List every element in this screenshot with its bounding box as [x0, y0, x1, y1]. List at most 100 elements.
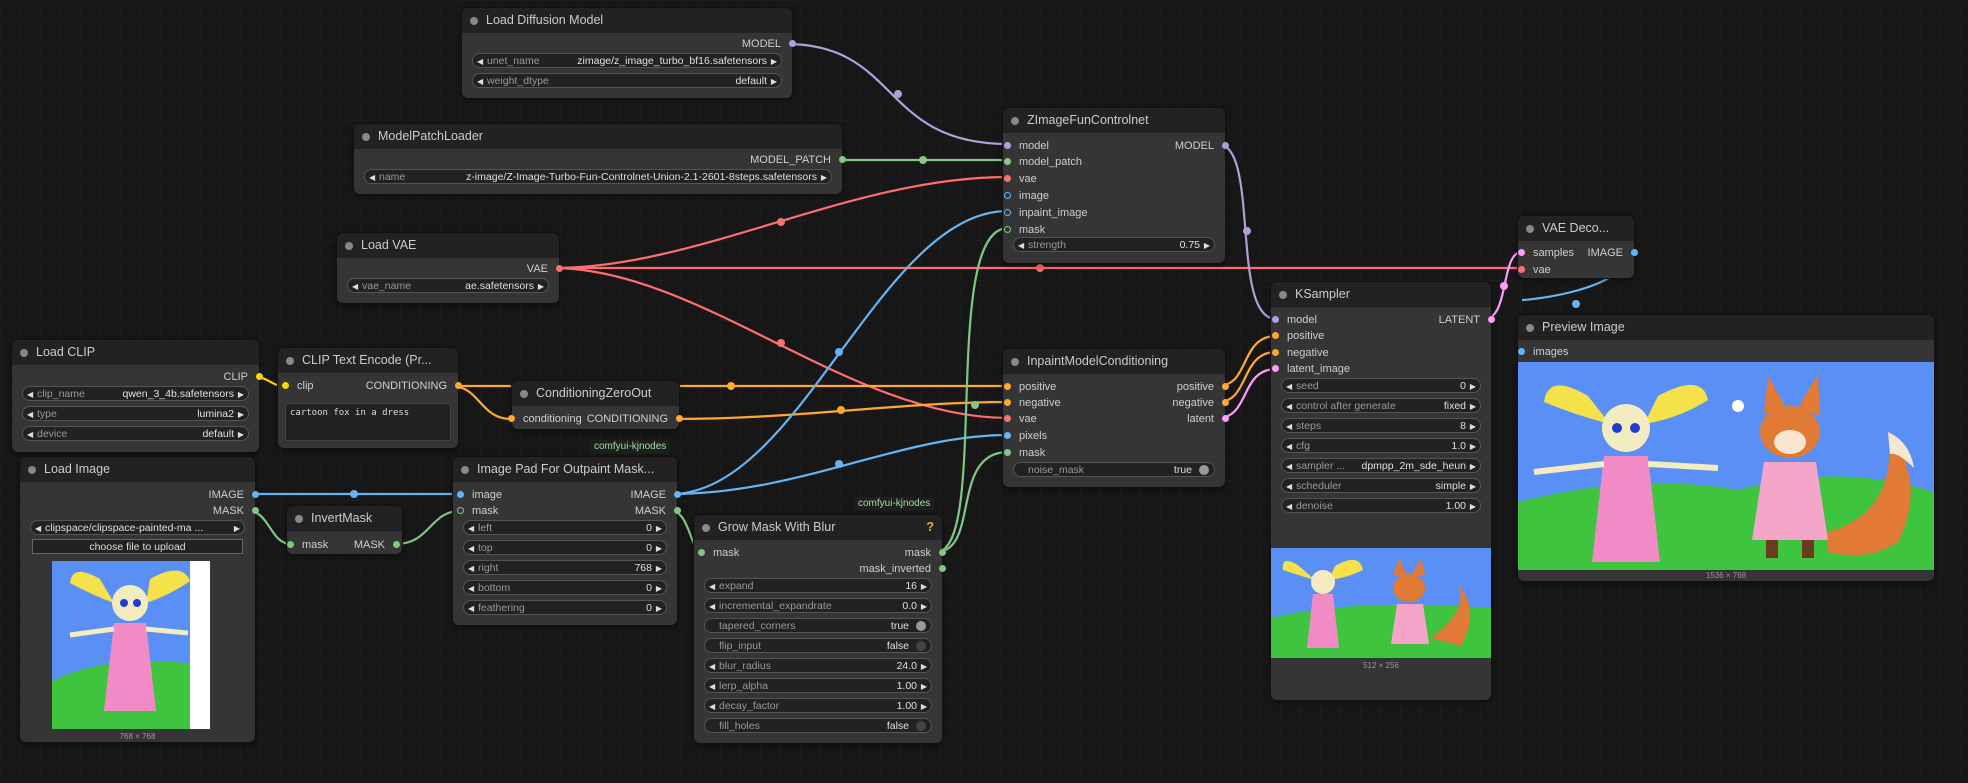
collapse-dot-icon[interactable]: [702, 524, 710, 532]
combo-sampler[interactable]: ◀ sampler ... dpmpp_2m_sde_heun ▶: [1281, 458, 1481, 473]
toggle-knob-icon[interactable]: [916, 721, 926, 731]
output-pin[interactable]: [674, 491, 681, 498]
output-pin[interactable]: [252, 507, 259, 514]
input-negative[interactable]: negative: [1272, 347, 1329, 359]
node-vae-decode[interactable]: VAE Deco... samples vae IMAGE: [1518, 216, 1638, 278]
output-conditioning[interactable]: CONDITIONING: [587, 413, 683, 425]
output-model[interactable]: MODEL: [742, 38, 796, 50]
input-model-patch[interactable]: model_patch: [1004, 156, 1082, 168]
arrow-left-icon[interactable]: ◀: [1286, 479, 1292, 494]
output-latent[interactable]: latent: [1187, 413, 1229, 425]
number-top[interactable]: ◀ top 0 ▶: [463, 540, 667, 555]
arrow-right-icon[interactable]: ▶: [1470, 479, 1476, 494]
output-mask[interactable]: MASK: [354, 539, 400, 551]
arrow-left-icon[interactable]: ◀: [27, 427, 33, 442]
input-mask[interactable]: mask: [287, 539, 328, 551]
output-pin[interactable]: [455, 382, 462, 389]
input-pin[interactable]: [1004, 192, 1011, 199]
arrow-right-icon[interactable]: ▶: [656, 521, 662, 536]
collapse-dot-icon[interactable]: [1279, 291, 1287, 299]
arrow-right-icon[interactable]: ▶: [238, 387, 244, 402]
collapse-dot-icon[interactable]: [470, 17, 478, 25]
input-pin[interactable]: [1004, 175, 1011, 182]
output-pin[interactable]: [252, 491, 259, 498]
node-zimage-fun-controlnet[interactable]: ZImageFunControlnet model model_patch va…: [1003, 108, 1229, 263]
collapse-dot-icon[interactable]: [295, 515, 303, 523]
combo-vae-name[interactable]: ◀ vae_name ae.safetensors ▶: [347, 278, 549, 293]
output-pin[interactable]: [556, 265, 563, 272]
output-clip[interactable]: CLIP: [224, 371, 263, 383]
node-title[interactable]: CLIP Text Encode (Pr...: [278, 348, 458, 373]
toggle-knob-icon[interactable]: [916, 641, 926, 651]
input-pin[interactable]: [1272, 349, 1279, 356]
collapse-dot-icon[interactable]: [1011, 358, 1019, 366]
input-clip[interactable]: clip: [282, 380, 314, 392]
output-pin[interactable]: [674, 507, 681, 514]
combo-type[interactable]: ◀ type lumina2 ▶: [22, 406, 249, 421]
input-conditioning[interactable]: conditioning: [508, 413, 582, 425]
input-negative[interactable]: negative: [1004, 397, 1061, 409]
toggle-fill-holes[interactable]: fill_holes false: [704, 718, 932, 733]
arrow-right-icon[interactable]: ▶: [1470, 399, 1476, 414]
arrow-right-icon[interactable]: ▶: [921, 679, 927, 694]
output-negative[interactable]: negative: [1172, 397, 1229, 409]
input-pin[interactable]: [1004, 158, 1011, 165]
node-clip-text-encode[interactable]: CLIP Text Encode (Pr... clip CONDITIONIN…: [278, 348, 462, 448]
number-blur-radius[interactable]: ◀ blur_radius 24.0 ▶: [704, 658, 932, 673]
node-load-diffusion-model[interactable]: Load Diffusion Model MODEL ◀ unet_name zim…: [462, 8, 796, 98]
input-image[interactable]: image: [1004, 190, 1049, 202]
collapse-dot-icon[interactable]: [1526, 324, 1534, 332]
input-pin[interactable]: [1004, 209, 1011, 216]
node-title[interactable]: Load VAE: [337, 233, 559, 258]
toggle-flip-input[interactable]: flip_input false: [704, 638, 932, 653]
arrow-right-icon[interactable]: ▶: [771, 74, 777, 89]
node-load-clip[interactable]: Load CLIP CLIP ◀ clip_name qwen_3_4b.safet…: [12, 340, 263, 452]
node-image-pad-outpaint[interactable]: Image Pad For Outpaint Mask... image mas…: [453, 457, 681, 625]
node-load-vae[interactable]: Load VAE VAE ◀ vae_name ae.safetensors ▶: [337, 233, 563, 303]
arrow-left-icon[interactable]: ◀: [27, 407, 33, 422]
arrow-left-icon[interactable]: ◀: [709, 699, 715, 714]
collapse-dot-icon[interactable]: [28, 466, 36, 474]
input-pin[interactable]: [287, 541, 294, 548]
arrow-right-icon[interactable]: ▶: [234, 521, 240, 536]
input-pin[interactable]: [1272, 365, 1279, 372]
collapse-dot-icon[interactable]: [1526, 225, 1534, 233]
input-mask[interactable]: mask: [1004, 224, 1045, 236]
help-icon[interactable]: ?: [926, 515, 934, 540]
collapse-dot-icon[interactable]: [345, 242, 353, 250]
node-title[interactable]: InpaintModelConditioning: [1003, 349, 1225, 374]
toggle-knob-icon[interactable]: [1199, 465, 1209, 475]
input-pin[interactable]: [1004, 432, 1011, 439]
output-image[interactable]: IMAGE: [1588, 247, 1638, 259]
arrow-right-icon[interactable]: ▶: [1470, 499, 1476, 514]
combo-image[interactable]: ◀ clipspace/clipspace-painted-ma ... ▶: [30, 520, 245, 535]
node-invert-mask[interactable]: InvertMask mask MASK: [287, 506, 402, 554]
arrow-left-icon[interactable]: ◀: [1018, 238, 1024, 253]
arrow-right-icon[interactable]: ▶: [1470, 379, 1476, 394]
output-mask[interactable]: MASK: [635, 505, 681, 517]
input-vae[interactable]: vae: [1518, 264, 1551, 276]
input-pin[interactable]: [1518, 266, 1525, 273]
input-latent-image[interactable]: latent_image: [1272, 363, 1350, 375]
input-model[interactable]: model: [1272, 314, 1317, 326]
input-samples[interactable]: samples: [1518, 247, 1574, 259]
node-grow-mask-with-blur[interactable]: Grow Mask With Blur? mask mask mask_inve…: [694, 515, 946, 743]
arrow-right-icon[interactable]: ▶: [1470, 419, 1476, 434]
arrow-left-icon[interactable]: ◀: [709, 599, 715, 614]
arrow-right-icon[interactable]: ▶: [238, 427, 244, 442]
arrow-left-icon[interactable]: ◀: [477, 74, 483, 89]
input-model[interactable]: model: [1004, 140, 1049, 152]
input-pin[interactable]: [1004, 226, 1011, 233]
combo-name[interactable]: ◀ name z-image/Z-Image-Turbo-Fun-Controlne…: [364, 169, 832, 184]
input-pin[interactable]: [698, 549, 705, 556]
number-incremental-expandrate[interactable]: ◀ incremental_expandrate 0.0 ▶: [704, 598, 932, 613]
input-pin[interactable]: [1004, 449, 1011, 456]
output-pin[interactable]: [1222, 383, 1229, 390]
output-pin[interactable]: [1631, 249, 1638, 256]
output-positive[interactable]: positive: [1177, 381, 1229, 393]
input-mask[interactable]: mask: [1004, 447, 1045, 459]
arrow-right-icon[interactable]: ▶: [921, 699, 927, 714]
output-mask-inverted[interactable]: mask_inverted: [859, 563, 946, 575]
combo-scheduler[interactable]: ◀ scheduler simple ▶: [1281, 478, 1481, 493]
output-pin[interactable]: [393, 541, 400, 548]
